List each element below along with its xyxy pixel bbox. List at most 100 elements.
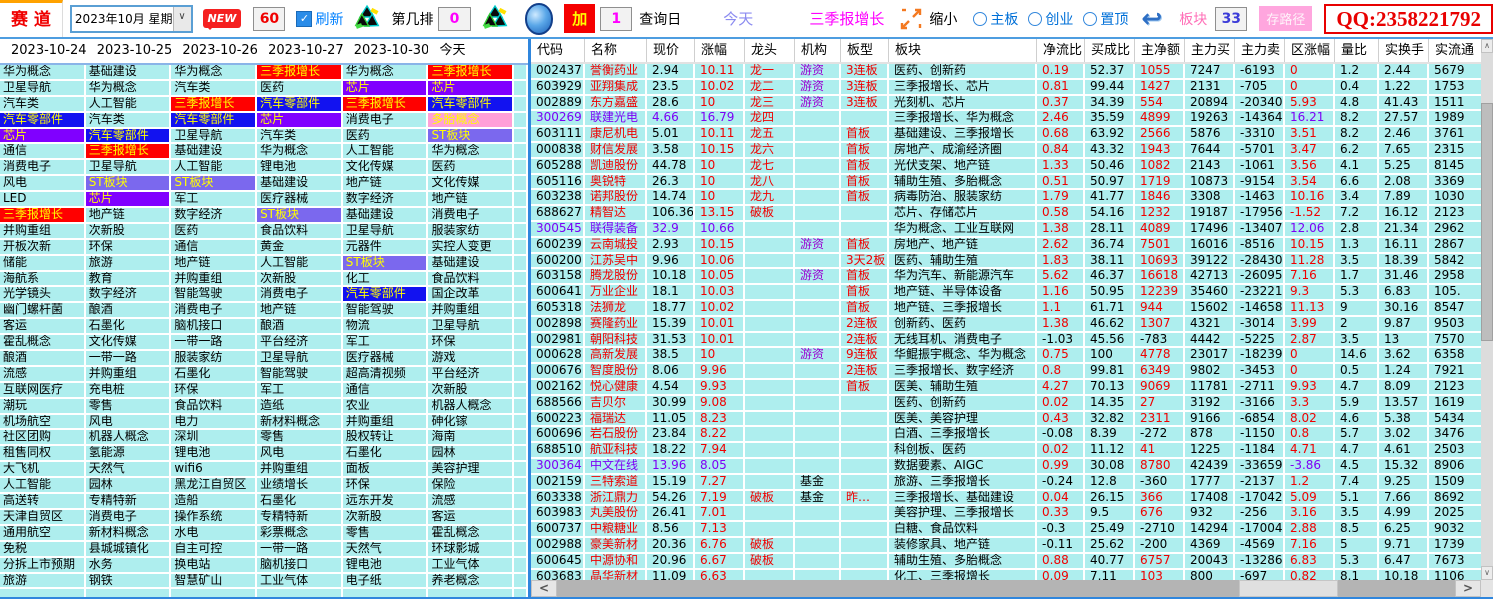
column-header[interactable]: 现价 <box>647 39 695 62</box>
sector-cell[interactable]: 国企改革 <box>428 287 514 303</box>
sector-cell[interactable] <box>86 589 172 597</box>
table-row[interactable]: 605116奥锐特26.310龙八首板辅助生殖、多胎概念0.5150.97171… <box>531 175 1481 191</box>
sector-cell[interactable]: 基础建设 <box>86 65 172 81</box>
sector-cell[interactable]: 华为概念 <box>86 81 172 97</box>
sector-cell[interactable]: 环球影城 <box>428 542 514 558</box>
sector-cell[interactable]: 军工 <box>171 192 257 208</box>
sector-cell[interactable]: 军工 <box>343 335 429 351</box>
table-row[interactable]: 002898赛隆药业15.3910.012连板创新药、医药1.3846.6213… <box>531 317 1481 333</box>
sector-cell[interactable]: 石墨化 <box>343 446 429 462</box>
sector-cell[interactable]: 物流 <box>343 319 429 335</box>
sector-cell[interactable]: 基础建设 <box>343 208 429 224</box>
sector-cell[interactable]: 化工 <box>343 272 429 288</box>
sector-cell[interactable]: 卫星导航 <box>257 351 343 367</box>
sector-cell[interactable]: 专精特新 <box>257 510 343 526</box>
sector-cell[interactable]: ST板块 <box>428 129 514 145</box>
sector-cell[interactable]: 服装家纺 <box>171 351 257 367</box>
sector-cell[interactable]: 三季报增长 <box>257 65 343 81</box>
sector-cell[interactable]: 地产链 <box>343 176 429 192</box>
sector-cell[interactable]: 智能驾驶 <box>171 287 257 303</box>
sector-cell[interactable]: 芯片 <box>0 129 86 145</box>
sector-cell[interactable]: 三季报增长 <box>428 65 514 81</box>
sector-cell[interactable]: 三季报增长 <box>86 144 172 160</box>
sector-cell[interactable]: 黄金 <box>257 240 343 256</box>
sector-cell[interactable]: 县城城镇化 <box>86 542 172 558</box>
sector-cell[interactable]: 基础建设 <box>171 144 257 160</box>
table-row[interactable]: 605318法狮龙18.7710.02首板地产链、三季报增长1.161.7194… <box>531 301 1481 317</box>
sector-cell[interactable]: 一带一路 <box>171 335 257 351</box>
sector-cell[interactable]: 保险 <box>428 478 514 494</box>
sector-cell[interactable]: 养老概念 <box>428 574 514 590</box>
table-row[interactable]: 600641万业企业18.110.03首板地产链、半导体设备1.1650.951… <box>531 285 1481 301</box>
table-row[interactable]: 600223福瑞达11.058.23医美、美容护理0.4332.82231191… <box>531 412 1481 428</box>
sector-cell[interactable]: 地产链 <box>171 256 257 272</box>
sector-cell[interactable]: 汽车零部件 <box>171 113 257 129</box>
sector-cell[interactable]: 次新股 <box>257 272 343 288</box>
table-row[interactable]: 603683晶华新材11.096.63化工、三季报增长0.097.1110380… <box>531 570 1481 581</box>
sector-cell[interactable]: 智慧矿山 <box>171 574 257 590</box>
zoom-out-button[interactable]: 缩小 <box>929 9 957 29</box>
sector-cell[interactable]: 石墨化 <box>171 367 257 383</box>
radio-chinext[interactable]: 创业 <box>1028 9 1073 29</box>
sector-cell[interactable]: 军工 <box>257 383 343 399</box>
column-header[interactable]: 量比 <box>1335 39 1379 62</box>
sector-cell[interactable]: 次新股 <box>428 383 514 399</box>
pinwheel-icon-2[interactable] <box>478 4 512 34</box>
today-button[interactable]: 今天 <box>723 8 753 29</box>
sector-cell[interactable]: 消费电子 <box>86 510 172 526</box>
sector-cell[interactable]: 零售 <box>257 430 343 446</box>
sector-cell[interactable]: 锂电池 <box>257 160 343 176</box>
sector-cell[interactable] <box>171 589 257 597</box>
table-row[interactable]: 000838财信发展3.5810.15龙六首板房地产、成渝经济圈0.8443.3… <box>531 143 1481 159</box>
sector-cell[interactable]: 华为概念 <box>343 65 429 81</box>
sector-cell[interactable]: 汽车零部件 <box>257 97 343 113</box>
sector-cell[interactable]: 通信 <box>0 144 86 160</box>
sector-cell[interactable]: 人工智能 <box>86 97 172 113</box>
sector-cell[interactable]: 卫星导航 <box>0 81 86 97</box>
sector-cell[interactable]: 酿酒 <box>0 351 86 367</box>
sector-cell[interactable]: 芯片 <box>343 81 429 97</box>
column-header[interactable]: 实流通 <box>1429 39 1481 62</box>
sector-cell[interactable]: 专精特新 <box>86 494 172 510</box>
sector-cell[interactable]: 水电 <box>171 526 257 542</box>
sector-cell[interactable]: 汽车零部件 <box>428 97 514 113</box>
sector-cell[interactable]: 免税 <box>0 542 86 558</box>
column-header[interactable]: 净流比 <box>1037 39 1085 62</box>
sector-cell[interactable]: 面板 <box>343 462 429 478</box>
sector-cell[interactable]: 零售 <box>86 399 172 415</box>
sector-cell[interactable]: wifi6 <box>171 462 257 478</box>
table-row[interactable]: 600645中源协和20.966.67破板辅助生殖、多胎概念0.8840.776… <box>531 554 1481 570</box>
horizontal-scroll-track[interactable] <box>557 580 1455 597</box>
sector-cell[interactable]: 人工智能 <box>257 256 343 272</box>
sector-cell[interactable]: 开板次新 <box>0 240 86 256</box>
sector-cell[interactable]: 黑龙江自贸区 <box>171 478 257 494</box>
sector-cell[interactable]: 业绩增长 <box>257 478 343 494</box>
sector-cell[interactable]: 造船 <box>171 494 257 510</box>
sector-cell[interactable]: 汽车零部件 <box>343 287 429 303</box>
sector-cell[interactable]: 医药 <box>171 224 257 240</box>
sector-cell[interactable]: 天然气 <box>86 462 172 478</box>
save-path-button[interactable]: 存路径 <box>1259 6 1312 31</box>
sector-cell[interactable]: 三季报增长 <box>171 97 257 113</box>
sector-cell[interactable]: 通信 <box>343 383 429 399</box>
sector-cell[interactable]: 文化传媒 <box>86 335 172 351</box>
row-number-box[interactable]: 0 <box>438 7 470 31</box>
table-row[interactable]: 603983丸美股份26.417.01美容护理、三季报增长0.339.56769… <box>531 506 1481 522</box>
column-header[interactable]: 区涨幅 <box>1285 39 1335 62</box>
sector-cell[interactable]: 华为概念 <box>428 144 514 160</box>
sector-cell[interactable]: 并购重组 <box>257 462 343 478</box>
sector-cell[interactable]: 环保 <box>171 383 257 399</box>
sector-cell[interactable]: 大飞机 <box>0 462 86 478</box>
sector-cell[interactable]: 天然气 <box>343 542 429 558</box>
sector-cell[interactable]: 环保 <box>343 478 429 494</box>
sector-cell[interactable]: 基础建设 <box>428 256 514 272</box>
sector-cell[interactable]: 天津自贸区 <box>0 510 86 526</box>
sector-cell[interactable]: 实控人变更 <box>428 240 514 256</box>
sector-cell[interactable]: 消费电子 <box>343 113 429 129</box>
sector-cell[interactable]: 并购重组 <box>0 224 86 240</box>
sector-cell[interactable]: 互联网医疗 <box>0 383 86 399</box>
sector-cell[interactable]: 文化传媒 <box>428 176 514 192</box>
sector-cell[interactable]: ST板块 <box>257 208 343 224</box>
sector-cell[interactable]: 电子纸 <box>343 574 429 590</box>
table-row[interactable]: 688627精智达106.3613.15破板芯片、存储芯片0.5854.1612… <box>531 206 1481 222</box>
